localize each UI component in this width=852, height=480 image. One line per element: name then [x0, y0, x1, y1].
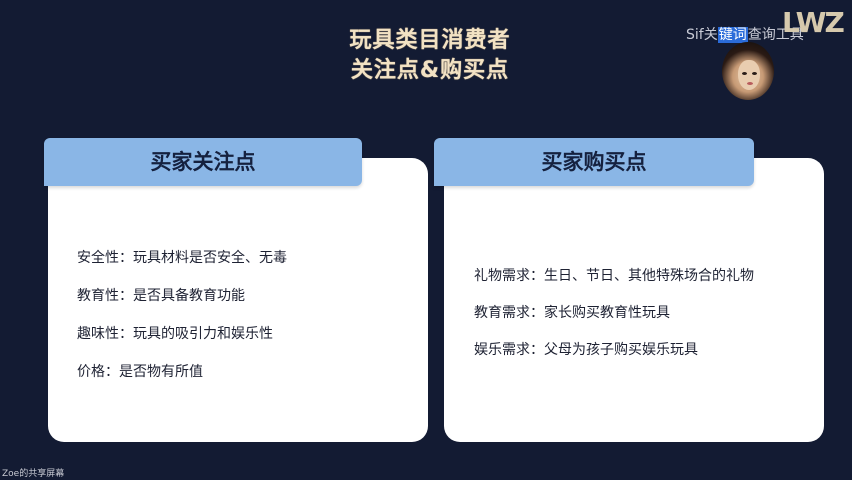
slide-title: 玩具类目消费者 关注点&购买点	[330, 26, 530, 86]
logo: LWZ	[782, 6, 845, 39]
concern-item: 安全性：玩具材料是否安全、无毒	[77, 250, 287, 266]
title-line-1: 玩具类目消费者	[349, 28, 511, 53]
concern-item: 趣味性：玩具的吸引力和娱乐性	[77, 326, 273, 342]
avatar-eye-right	[752, 72, 757, 75]
concern-item: 价格：是否物有所值	[77, 364, 203, 380]
concerns-list: 安全性：玩具材料是否安全、无毒 教育性：是否具备教育功能 趣味性：玩具的吸引力和…	[77, 248, 287, 400]
avatar-mouth	[747, 82, 753, 85]
concerns-card-header: 买家关注点	[44, 138, 362, 186]
presenter-avatar	[722, 42, 774, 100]
avatar-eye-left	[742, 72, 747, 75]
purchase-point-item: 礼物需求：生日、节日、其他特殊场合的礼物	[474, 268, 754, 284]
screen-share-caption: Zoe的共享屏幕	[2, 469, 65, 479]
purchase-point-item: 娱乐需求：父母为孩子购买娱乐玩具	[474, 342, 698, 358]
slide: 玩具类目消费者 关注点&购买点 Sif关键词查询工具 LWZ 买家关注点 安全性…	[0, 0, 852, 480]
concern-item: 教育性：是否具备教育功能	[77, 288, 245, 304]
watermark-prefix: Sif关	[686, 27, 718, 43]
title-line-2: 关注点&购买点	[350, 58, 510, 83]
purchase-points-card-header: 买家购买点	[434, 138, 754, 186]
avatar-face	[738, 60, 760, 90]
purchase-points-list: 礼物需求：生日、节日、其他特殊场合的礼物 教育需求：家长购买教育性玩具 娱乐需求…	[474, 266, 754, 377]
purchase-point-item: 教育需求：家长购买教育性玩具	[474, 305, 670, 321]
watermark-highlight: 键词	[717, 27, 748, 43]
